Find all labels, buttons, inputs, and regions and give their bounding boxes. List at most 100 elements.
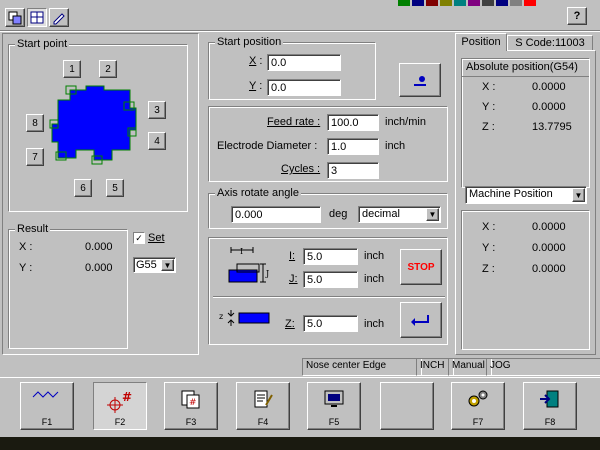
chevron-down-icon[interactable]: ▼ (161, 259, 174, 271)
f7-button[interactable]: F7 (451, 382, 505, 430)
right-panel: Position S Code:11003 Absolute position(… (455, 33, 596, 355)
window-icons-strip (398, 0, 553, 6)
f5-button[interactable]: F5 (307, 382, 361, 430)
toolbar: ? (0, 0, 600, 30)
f5-label: F5 (328, 417, 340, 427)
start-point-button-8[interactable]: 8 (26, 114, 44, 132)
document-hash-icon: # (181, 390, 200, 409)
coord-system-value: G55 (136, 259, 157, 271)
chevron-down-icon[interactable]: ▼ (572, 188, 585, 202)
machine-position-value: Machine Position (469, 188, 553, 200)
gears-icon (468, 390, 488, 407)
svg-text:z: z (219, 312, 223, 321)
start-x-input[interactable] (267, 54, 341, 71)
feed-rate-unit: inch/min (385, 116, 426, 128)
machine-x-value: 0.0000 (532, 221, 566, 233)
tab-scode[interactable]: S Code:11003 (507, 35, 593, 51)
notepad-edit-icon (254, 390, 273, 408)
f2-label: F2 (114, 417, 126, 427)
machine-z-value: 0.0000 (532, 263, 566, 275)
z-unit: inch (364, 318, 385, 330)
axis-rotate-group: Axis rotate angle deg decimal ▼ (208, 187, 448, 229)
dimension-group: I J I: inch J: inch STOP z Z: inch (208, 237, 448, 345)
f4-label: F4 (257, 417, 269, 427)
start-point-button-6[interactable]: 6 (74, 179, 92, 197)
svg-text:#: # (189, 398, 197, 408)
absolute-position-title: Absolute position(G54) (466, 61, 578, 73)
stop-button[interactable]: STOP (400, 249, 442, 285)
svg-text:I: I (240, 247, 243, 256)
f8-label: F8 (544, 417, 556, 427)
axis-mode-select[interactable]: decimal ▼ (358, 206, 441, 223)
j-input[interactable] (303, 271, 358, 288)
machine-position-select[interactable]: Machine Position ▼ (465, 186, 587, 204)
result-y-value: 0.000 (85, 262, 113, 274)
f4-button[interactable]: F4 (236, 382, 290, 430)
crosshair-hash-icon: # (107, 390, 132, 413)
start-point-button-2[interactable]: 2 (99, 60, 117, 78)
enter-button[interactable] (400, 302, 442, 338)
axis-angle-input[interactable] (231, 206, 321, 223)
z-input[interactable] (303, 315, 358, 332)
status-jog: JOG (486, 358, 600, 376)
start-point-button-5[interactable]: 5 (106, 179, 124, 197)
wave-icon (32, 391, 59, 398)
set-start-position-button[interactable] (399, 63, 441, 97)
cycles-input[interactable] (327, 162, 379, 179)
checkmark-icon: ✓ (133, 232, 145, 244)
machine-x-label: X : (482, 221, 496, 233)
start-point-button-4[interactable]: 4 (148, 132, 166, 150)
abs-x-value: 0.0000 (532, 81, 566, 93)
f6-button[interactable] (380, 382, 434, 430)
start-point-title: Start point (15, 38, 70, 50)
edit-icon[interactable] (49, 8, 69, 27)
feed-rate-label: Feed rate : (267, 116, 321, 128)
result-x-label: X : (19, 241, 33, 253)
machine-y-label: Y : (482, 242, 496, 254)
axis-rotate-title: Axis rotate angle (215, 187, 301, 199)
machine-z-label: Z : (482, 263, 495, 275)
f2-button[interactable]: # F2 (93, 382, 147, 430)
electrode-diameter-input[interactable] (327, 138, 379, 155)
z-depth-icon: z (219, 310, 270, 326)
function-key-bar: F1 # F2 # F3 F4 F5 F7 F8 (0, 377, 600, 435)
start-y-input[interactable] (267, 79, 341, 96)
status-bar: Nose center Edge INCH Manual JOG (0, 358, 600, 376)
grid-icon[interactable] (27, 8, 47, 27)
ij-dimension-icon: I J (228, 247, 269, 283)
f7-label: F7 (472, 417, 484, 427)
i-input[interactable] (303, 248, 358, 265)
desktop-background-strip (0, 437, 600, 450)
f1-label: F1 (41, 417, 53, 427)
cycles-label: Cycles : (281, 163, 321, 175)
status-mode: Nose center Edge (302, 358, 422, 376)
enter-arrow-icon (411, 315, 429, 326)
start-point-button-1[interactable]: 1 (63, 60, 81, 78)
help-button[interactable]: ? (567, 7, 587, 25)
set-checkbox[interactable]: ✓ Set (133, 231, 173, 245)
start-point-button-7[interactable]: 7 (26, 148, 44, 166)
electrode-diameter-unit: inch (385, 140, 406, 152)
absolute-position-group: Absolute position(G54) X : 0.0000 Y : 0.… (461, 58, 590, 188)
monitor-icon (324, 390, 344, 407)
start-position-title: Start position (215, 36, 284, 48)
electrode-diameter-label: Electrode Diameter : (217, 140, 318, 152)
electrode-diagram (49, 85, 137, 165)
coord-system-select[interactable]: G55 ▼ (133, 257, 176, 273)
svg-text:J: J (265, 269, 269, 278)
exit-door-icon (540, 390, 559, 408)
f8-button[interactable]: F8 (523, 382, 577, 430)
chevron-down-icon[interactable]: ▼ (426, 208, 439, 221)
result-y-label: Y : (19, 262, 33, 274)
machine-y-value: 0.0000 (532, 242, 566, 254)
f1-button[interactable]: F1 (20, 382, 74, 430)
layers-icon[interactable] (5, 8, 25, 27)
f3-button[interactable]: # F3 (164, 382, 218, 430)
toolbar-divider (0, 30, 600, 32)
start-point-button-3[interactable]: 3 (148, 101, 166, 119)
svg-text:#: # (122, 390, 132, 404)
feed-rate-input[interactable] (327, 114, 379, 131)
tab-position[interactable]: Position (455, 33, 507, 51)
result-x-value: 0.000 (85, 241, 113, 253)
i-label: I: (289, 250, 296, 262)
